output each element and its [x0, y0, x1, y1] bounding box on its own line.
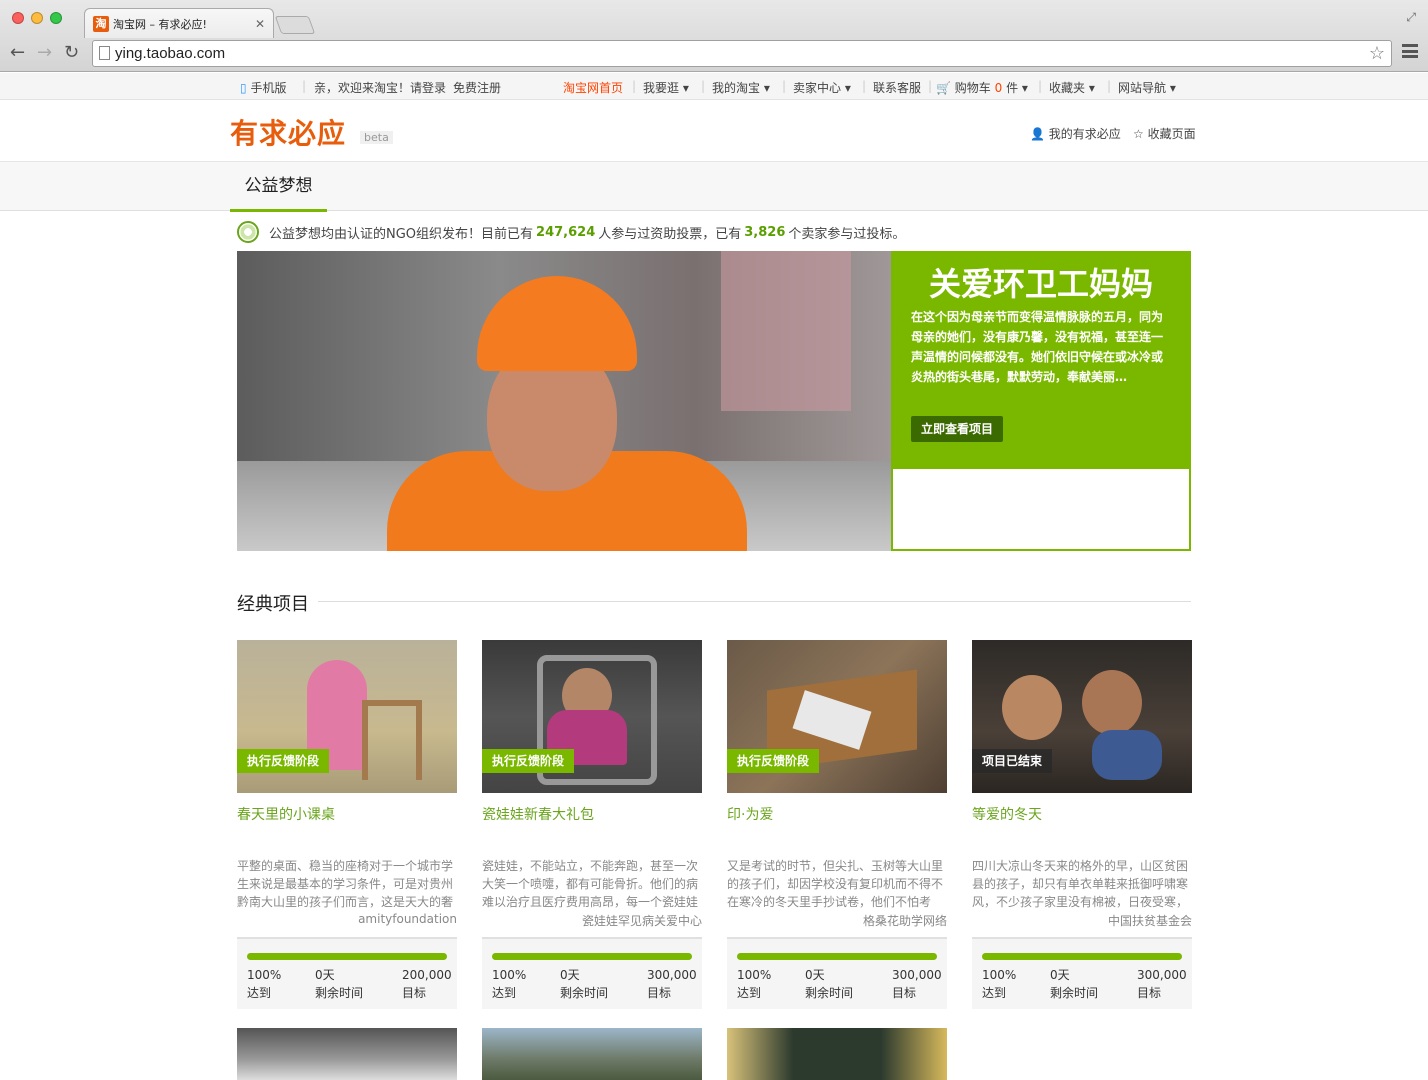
divider: | — [632, 79, 637, 93]
ngo-notice: 公益梦想均由认证的NGO组织发布！目前已有 247,624 人参与过资助投票，已… — [237, 220, 905, 244]
phone-icon: ▯ — [240, 81, 247, 95]
hero-panel: 关爱环卫工妈妈 在这个因为母亲节而变得温情脉脉的五月，同为母亲的她们，没有康乃馨… — [891, 251, 1191, 551]
reload-icon[interactable]: ↻ — [64, 42, 79, 63]
status-badge: 项目已结束 — [972, 749, 1053, 773]
new-tab-button[interactable] — [274, 16, 316, 34]
register-link[interactable]: 免费注册 — [453, 79, 501, 96]
divider: | — [928, 79, 933, 93]
site-logo[interactable]: 有求必应 — [230, 112, 346, 152]
browser-tab[interactable]: 淘 淘宝网 – 有求必应! ✕ — [84, 8, 274, 38]
section-nav: 公益梦想 — [0, 161, 1428, 212]
user-icon: 👤 — [1030, 127, 1045, 141]
minimize-window-button[interactable] — [31, 12, 43, 24]
page-icon — [99, 46, 110, 60]
project-image[interactable] — [237, 1028, 457, 1080]
divider: | — [782, 79, 787, 93]
browser-menu-icon[interactable] — [1402, 44, 1418, 58]
project-title[interactable]: 瓷娃娃新春大礼包 — [482, 804, 594, 824]
project-image[interactable] — [482, 1028, 702, 1080]
project-description: 瓷娃娃，不能站立，不能奔跑，甚至一次大笑一个喷嚏，都有可能骨折。他们的病难以治疗… — [482, 859, 699, 909]
browser-chrome: 淘 淘宝网 – 有求必应! ✕ ⤢ ← → ↻ ying.taobao.com … — [0, 0, 1428, 72]
progress-bar — [247, 953, 447, 960]
taobao-favicon-icon: 淘 — [93, 15, 109, 32]
divider: | — [701, 79, 706, 93]
project-image[interactable]: 执行反馈阶段 — [727, 640, 947, 793]
ngo-logo-icon — [237, 221, 259, 243]
seller-center-menu[interactable]: 卖家中心 ▾ — [793, 79, 851, 96]
project-stats: 100% 达到 0天 剩余时间 300,000 目标 — [727, 937, 947, 1009]
featured-project: 关爱环卫工妈妈 在这个因为母亲节而变得温情脉脉的五月，同为母亲的她们，没有康乃馨… — [237, 251, 1191, 551]
forward-icon[interactable]: → — [37, 42, 52, 63]
bookmark-page-link[interactable]: ☆ 收藏页面 — [1133, 125, 1196, 142]
project-card[interactable]: 执行反馈阶段 瓷娃娃新春大礼包 瓷娃娃，不能站立，不能奔跑，甚至一次大笑一个喷嚏… — [482, 640, 702, 1015]
status-badge: 执行反馈阶段 — [237, 749, 330, 773]
divider: | — [862, 79, 867, 93]
url-text: ying.taobao.com — [115, 45, 226, 62]
project-image[interactable] — [727, 1028, 947, 1080]
project-title[interactable]: 印·为爱 — [727, 804, 773, 824]
project-organization: amityfoundation — [358, 912, 457, 926]
project-organization: 中国扶贫基金会 — [1107, 914, 1192, 928]
site-top-bar: ▯ 手机版 | 亲，欢迎来淘宝！ 请登录 免费注册 淘宝网首页 | 我要逛 ▾ … — [0, 73, 1428, 100]
shop-menu[interactable]: 我要逛 ▾ — [643, 79, 689, 96]
project-card[interactable]: 项目已结束 等爱的冬天 四川大凉山冬天来的格外的早，山区贫困县的孩子，却只有单衣… — [972, 640, 1192, 1015]
divider: | — [302, 79, 307, 93]
cart-icon: 🛒 — [936, 81, 951, 95]
taobao-home-link[interactable]: 淘宝网首页 — [563, 79, 623, 96]
customer-service-link[interactable]: 联系客服 — [873, 79, 921, 96]
progress-bar — [492, 953, 692, 960]
beta-badge: beta — [360, 131, 393, 144]
participant-count: 247,624 — [536, 224, 596, 240]
fullscreen-icon[interactable]: ⤢ — [1406, 10, 1416, 25]
site-nav-menu[interactable]: 网站导航 ▾ — [1118, 79, 1176, 96]
mobile-link[interactable]: ▯ 手机版 — [240, 79, 286, 96]
tab-close-icon[interactable]: ✕ — [255, 17, 265, 31]
tab-title: 淘宝网 – 有求必应! — [113, 17, 207, 31]
zoom-window-button[interactable] — [50, 12, 62, 24]
cart-link[interactable]: 🛒 购物车 0 件 ▾ — [936, 79, 1028, 96]
login-link[interactable]: 请登录 — [410, 79, 446, 96]
view-project-button[interactable]: 立即查看项目 — [911, 416, 1004, 442]
project-description: 四川大凉山冬天来的格外的早，山区贫困县的孩子，却只有单衣单鞋来抵御呼啸寒风，不少… — [972, 859, 1189, 909]
hero-title: 关爱环卫工妈妈 — [929, 265, 1154, 303]
status-badge: 执行反馈阶段 — [727, 749, 820, 773]
project-stats: 100% 达到 0天 剩余时间 300,000 目标 — [972, 937, 1192, 1009]
project-stats: 100% 达到 0天 剩余时间 200,000 目标 — [237, 937, 457, 1009]
tab-charity-dreams[interactable]: 公益梦想 — [230, 162, 327, 212]
project-stats: 100% 达到 0天 剩余时间 300,000 目标 — [482, 937, 702, 1009]
close-window-button[interactable] — [12, 12, 24, 24]
hero-image[interactable] — [237, 251, 891, 551]
star-icon: ☆ — [1133, 127, 1144, 141]
my-page-link[interactable]: 👤 我的有求必应 — [1030, 125, 1121, 142]
project-organization: 格桑花助学网络 — [862, 914, 947, 928]
progress-bar — [982, 953, 1182, 960]
project-card[interactable]: 执行反馈阶段 春天里的小课桌 平整的桌面、稳当的座椅对于一个城市学生来说是最基本… — [237, 640, 457, 1015]
project-description: 平整的桌面、稳当的座椅对于一个城市学生来说是最基本的学习条件，可是对贵州黔南大山… — [237, 859, 454, 909]
hero-description: 在这个因为母亲节而变得温情脉脉的五月，同为母亲的她们，没有康乃馨，没有祝福，甚至… — [911, 310, 1164, 384]
project-description: 又是考试的时节，但尖扎、玉树等大山里的孩子们，却因学校没有复印机而不得不在寒冷的… — [727, 859, 944, 909]
divider: | — [1107, 79, 1112, 93]
project-image[interactable]: 执行反馈阶段 — [237, 640, 457, 793]
seller-count: 3,826 — [744, 224, 786, 240]
bookmark-star-icon[interactable]: ☆ — [1369, 43, 1385, 64]
project-organization: 瓷娃娃罕见病关爱中心 — [581, 914, 702, 928]
my-taobao-menu[interactable]: 我的淘宝 ▾ — [712, 79, 770, 96]
back-icon[interactable]: ← — [10, 42, 25, 63]
project-card[interactable]: 执行反馈阶段 印·为爱 又是考试的时节，但尖扎、玉树等大山里的孩子们，却因学校没… — [727, 640, 947, 1015]
section-title: 经典项目 — [237, 594, 309, 615]
project-title[interactable]: 等爱的冬天 — [972, 804, 1042, 824]
project-image[interactable]: 项目已结束 — [972, 640, 1192, 793]
window-controls — [12, 12, 62, 24]
favorites-menu[interactable]: 收藏夹 ▾ — [1049, 79, 1095, 96]
project-image[interactable]: 执行反馈阶段 — [482, 640, 702, 793]
project-title[interactable]: 春天里的小课桌 — [237, 804, 335, 824]
status-badge: 执行反馈阶段 — [482, 749, 575, 773]
address-bar[interactable]: ying.taobao.com ☆ — [92, 40, 1392, 67]
divider: | — [1038, 79, 1043, 93]
welcome-text: 亲，欢迎来淘宝！ — [314, 81, 411, 95]
section-divider — [318, 601, 1191, 602]
progress-bar — [737, 953, 937, 960]
